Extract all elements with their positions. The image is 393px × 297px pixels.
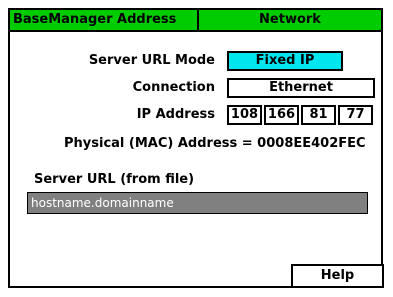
server-url-mode-field[interactable]: Fixed IP: [227, 51, 343, 71]
tab-bar: BaseManager Address Network: [10, 10, 381, 32]
server-url-file-label: Server URL (from file): [34, 172, 195, 187]
screen-frame: BaseManager Address Network Server URL M…: [8, 8, 384, 288]
help-button[interactable]: Help: [291, 264, 384, 288]
server-url-mode-label: Server URL Mode: [88, 53, 215, 68]
ip-octet-3-field[interactable]: 81: [301, 105, 336, 125]
connection-field[interactable]: Ethernet: [227, 78, 375, 98]
mac-address-readout: Physical (MAC) Address = 0008EE402FEC: [64, 136, 366, 151]
tab-basemanager-address[interactable]: BaseManager Address: [10, 10, 199, 30]
ip-address-label: IP Address: [136, 107, 215, 122]
connection-label: Connection: [132, 80, 215, 95]
ip-octet-2-field[interactable]: 166: [264, 105, 299, 125]
ip-octet-1-field[interactable]: 108: [227, 105, 262, 125]
ip-octet-4-field[interactable]: 77: [338, 105, 373, 125]
server-url-file-field[interactable]: hostname.domainname: [27, 192, 368, 214]
tab-network[interactable]: Network: [199, 10, 381, 30]
basemanager-address-screen: BaseManager Address Network Server URL M…: [0, 0, 393, 297]
